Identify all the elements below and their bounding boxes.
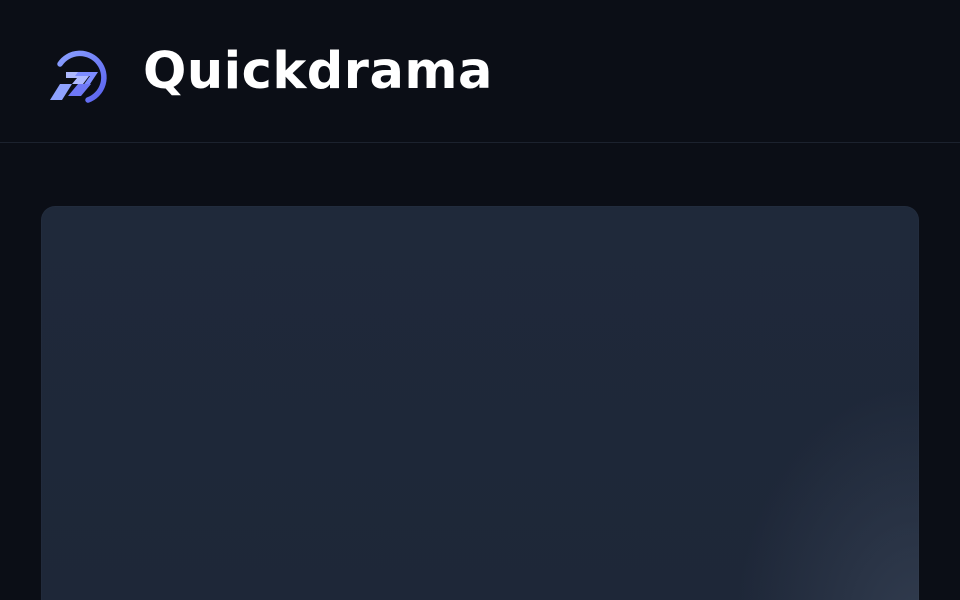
content-card	[41, 206, 919, 600]
top-header: Quickdrama	[0, 0, 960, 143]
quickdrama-logo-icon[interactable]	[48, 38, 116, 106]
app-window: Quickdrama	[0, 0, 960, 600]
brand-title: Quickdrama	[143, 42, 493, 101]
